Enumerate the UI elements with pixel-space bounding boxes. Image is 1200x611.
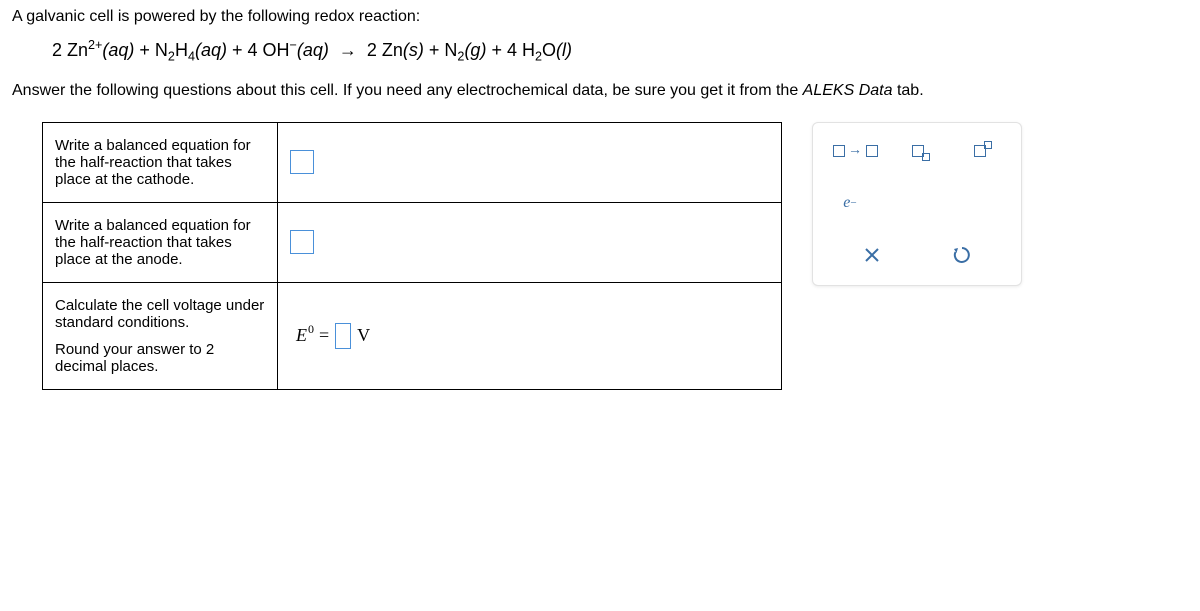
palette-subscript[interactable] xyxy=(899,133,945,169)
voltage-prompt: Calculate the cell voltage under standar… xyxy=(43,282,278,389)
equals-sign: = xyxy=(319,325,329,346)
clear-button[interactable] xyxy=(844,237,900,273)
instruction-text: Answer the following questions about thi… xyxy=(12,82,1188,100)
reset-icon xyxy=(952,245,972,265)
e-symbol: E xyxy=(296,325,307,345)
palette-reaction-arrow[interactable]: → xyxy=(827,133,883,169)
redox-equation: 2 Zn2+(aq) + N2H4(aq) + 4 OH−(aq) → 2 Zn… xyxy=(52,38,1188,64)
voltage-unit: V xyxy=(357,325,370,346)
palette-electron[interactable]: e− xyxy=(827,185,873,221)
intro-text: A galvanic cell is powered by the follow… xyxy=(12,8,1188,26)
anode-input[interactable] xyxy=(290,230,314,254)
anode-prompt: Write a balanced equation for the half-r… xyxy=(43,202,278,282)
question-table: Write a balanced equation for the half-r… xyxy=(42,122,782,390)
symbol-palette: → e− xyxy=(812,122,1022,286)
aleks-data-ref: ALEKS Data xyxy=(803,82,893,99)
cathode-prompt: Write a balanced equation for the half-r… xyxy=(43,122,278,202)
e-superscript: 0 xyxy=(308,322,314,336)
cathode-answer-cell xyxy=(278,122,782,202)
palette-superscript[interactable] xyxy=(961,133,1007,169)
reset-button[interactable] xyxy=(934,237,990,273)
anode-answer-cell xyxy=(278,202,782,282)
voltage-input[interactable] xyxy=(335,323,351,349)
cathode-input[interactable] xyxy=(290,150,314,174)
close-icon xyxy=(863,246,881,264)
voltage-answer-cell: E0 = V xyxy=(278,282,782,389)
